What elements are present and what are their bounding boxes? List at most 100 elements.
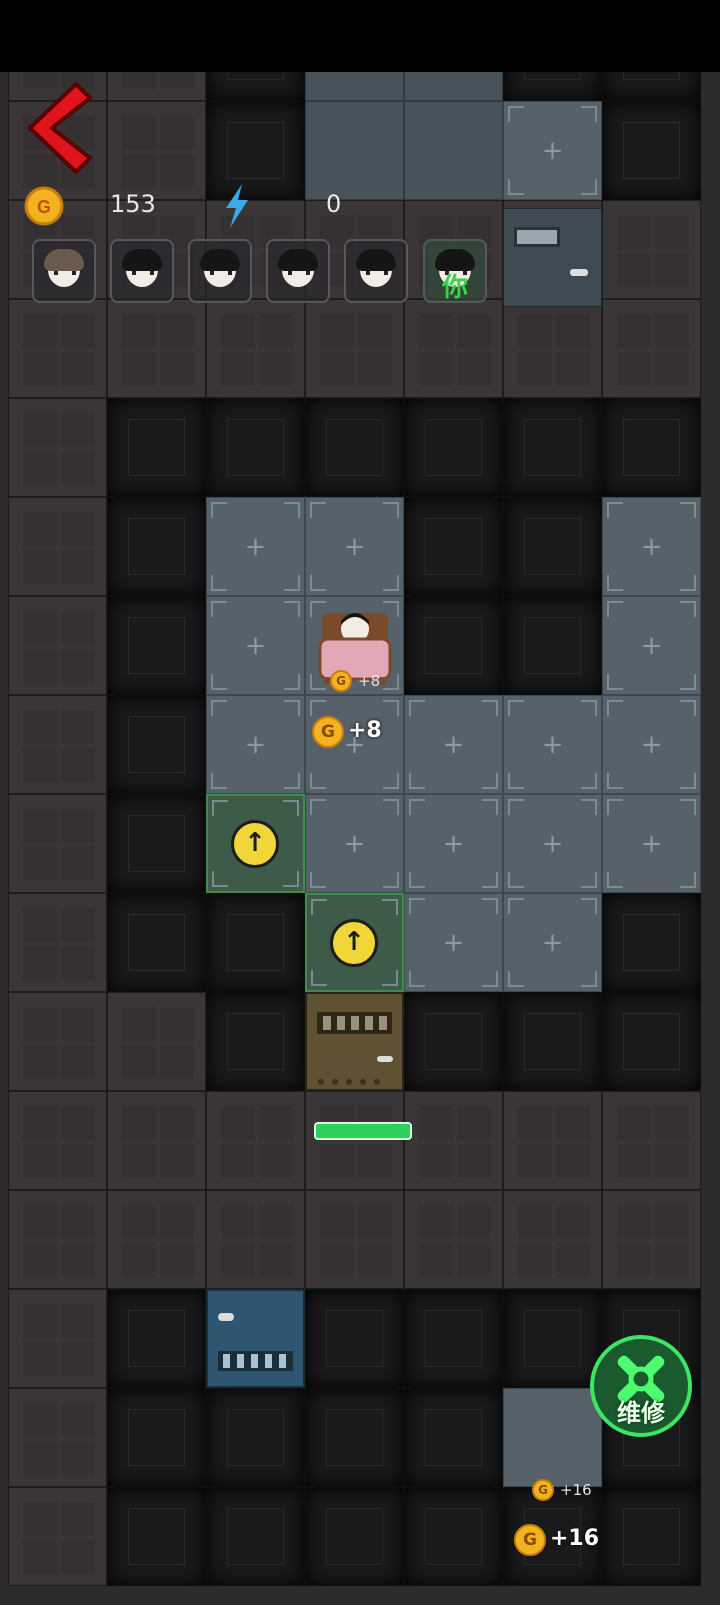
slot-corner [409,700,425,716]
wall-cell [107,1289,206,1388]
gold-coin-icon: G [24,186,64,226]
slot-corner [581,773,597,789]
slot-corner [482,971,498,987]
repair-button[interactable]: 维修 [590,1335,692,1437]
door-icon [317,1012,393,1085]
floor-cell [206,1190,305,1289]
eyes-icon [366,271,388,275]
wall-cell [107,596,206,695]
add-slot-icon: + [541,829,564,859]
income-text: +8 [358,672,381,690]
slot-corner [409,799,425,815]
slot-corner [310,502,326,518]
build-slot[interactable]: + [206,497,305,596]
portrait-4[interactable] [266,239,330,303]
wall-cell [404,596,503,695]
build-slot[interactable]: ↑ [305,893,404,992]
build-slot[interactable]: + [602,794,701,893]
slot-corner [581,106,597,122]
wall-cell [503,398,602,497]
add-slot-icon: + [442,928,465,958]
build-slot[interactable]: + [503,794,602,893]
wall-cell [305,1487,404,1586]
slot-corner [311,970,327,986]
slot-corner [680,872,696,888]
slot-corner [607,799,623,815]
build-slot[interactable]: + [503,101,602,200]
blue-door[interactable] [206,1289,305,1388]
build-slot[interactable]: + [404,794,503,893]
build-slot[interactable]: + [206,695,305,794]
room-floor-cell [305,101,404,200]
floor-cell [404,299,503,398]
slot-corner [607,502,623,518]
wall-cell [602,72,701,101]
portrait-5[interactable] [344,239,408,303]
build-slot[interactable]: + [602,695,701,794]
floor-cell [107,101,206,200]
wall-cell [404,398,503,497]
slot-corner [508,700,524,716]
build-slot[interactable]: + [404,893,503,992]
wall-cell [206,992,305,1091]
eyes-icon [132,271,154,275]
build-slot[interactable]: + [602,596,701,695]
build-slot[interactable]: + [404,695,503,794]
portrait-2[interactable] [110,239,174,303]
wall-cell [305,1388,404,1487]
slot-corner [409,971,425,987]
floor-cell [8,1487,107,1586]
slot-corner [409,872,425,888]
upgrade-button[interactable]: ↑ [231,820,279,868]
wall-cell [404,992,503,1091]
build-slot[interactable]: + [503,893,602,992]
coin-icon: G [330,670,352,692]
slot-corner [581,898,597,914]
build-slot[interactable]: + [602,497,701,596]
hair-icon [278,249,318,271]
slot-corner [311,899,327,915]
income-text: +16 [560,1481,592,1499]
slot-corner [383,872,399,888]
build-slot[interactable]: + [305,794,404,893]
build-slot[interactable]: ↑ [206,794,305,893]
portrait-1[interactable] [32,239,96,303]
slot-corner [383,502,399,518]
build-slot[interactable]: + [503,695,602,794]
build-slot[interactable]: + [305,596,404,695]
door[interactable] [305,992,404,1091]
blue-door-icon [218,1313,293,1371]
portrait-3[interactable] [188,239,252,303]
slot-corner [680,700,696,716]
steel-door[interactable] [503,207,602,307]
back-button[interactable] [24,81,94,175]
slot-corner [383,773,399,789]
wall-cell [305,398,404,497]
floor-cell [206,299,305,398]
bottom-room-cell[interactable] [503,1388,602,1487]
slot-corner [680,799,696,815]
coin-glyph: G [37,197,51,217]
build-slot[interactable]: + [206,596,305,695]
floor-cell [107,72,206,101]
slot-corner [607,700,623,716]
slot-corner [607,674,623,690]
slot-corner [383,575,399,591]
floor-cell [8,1190,107,1289]
upgrade-button[interactable]: ↑ [330,919,378,967]
wall-cell [602,1487,701,1586]
portrait-6[interactable]: 你 [423,239,487,303]
wall-cell [107,497,206,596]
slot-corner [212,800,228,816]
floor-cell [503,1091,602,1190]
eyes-icon [288,271,310,275]
build-slot[interactable]: + [305,497,404,596]
floor-cell [602,299,701,398]
wall-cell [107,893,206,992]
wall-cell [503,596,602,695]
repair-label: 维修 [617,1399,665,1427]
add-slot-icon: + [640,829,663,859]
add-slot-icon: + [640,730,663,760]
room-floor-cell [404,72,503,101]
status-bar [0,0,720,72]
